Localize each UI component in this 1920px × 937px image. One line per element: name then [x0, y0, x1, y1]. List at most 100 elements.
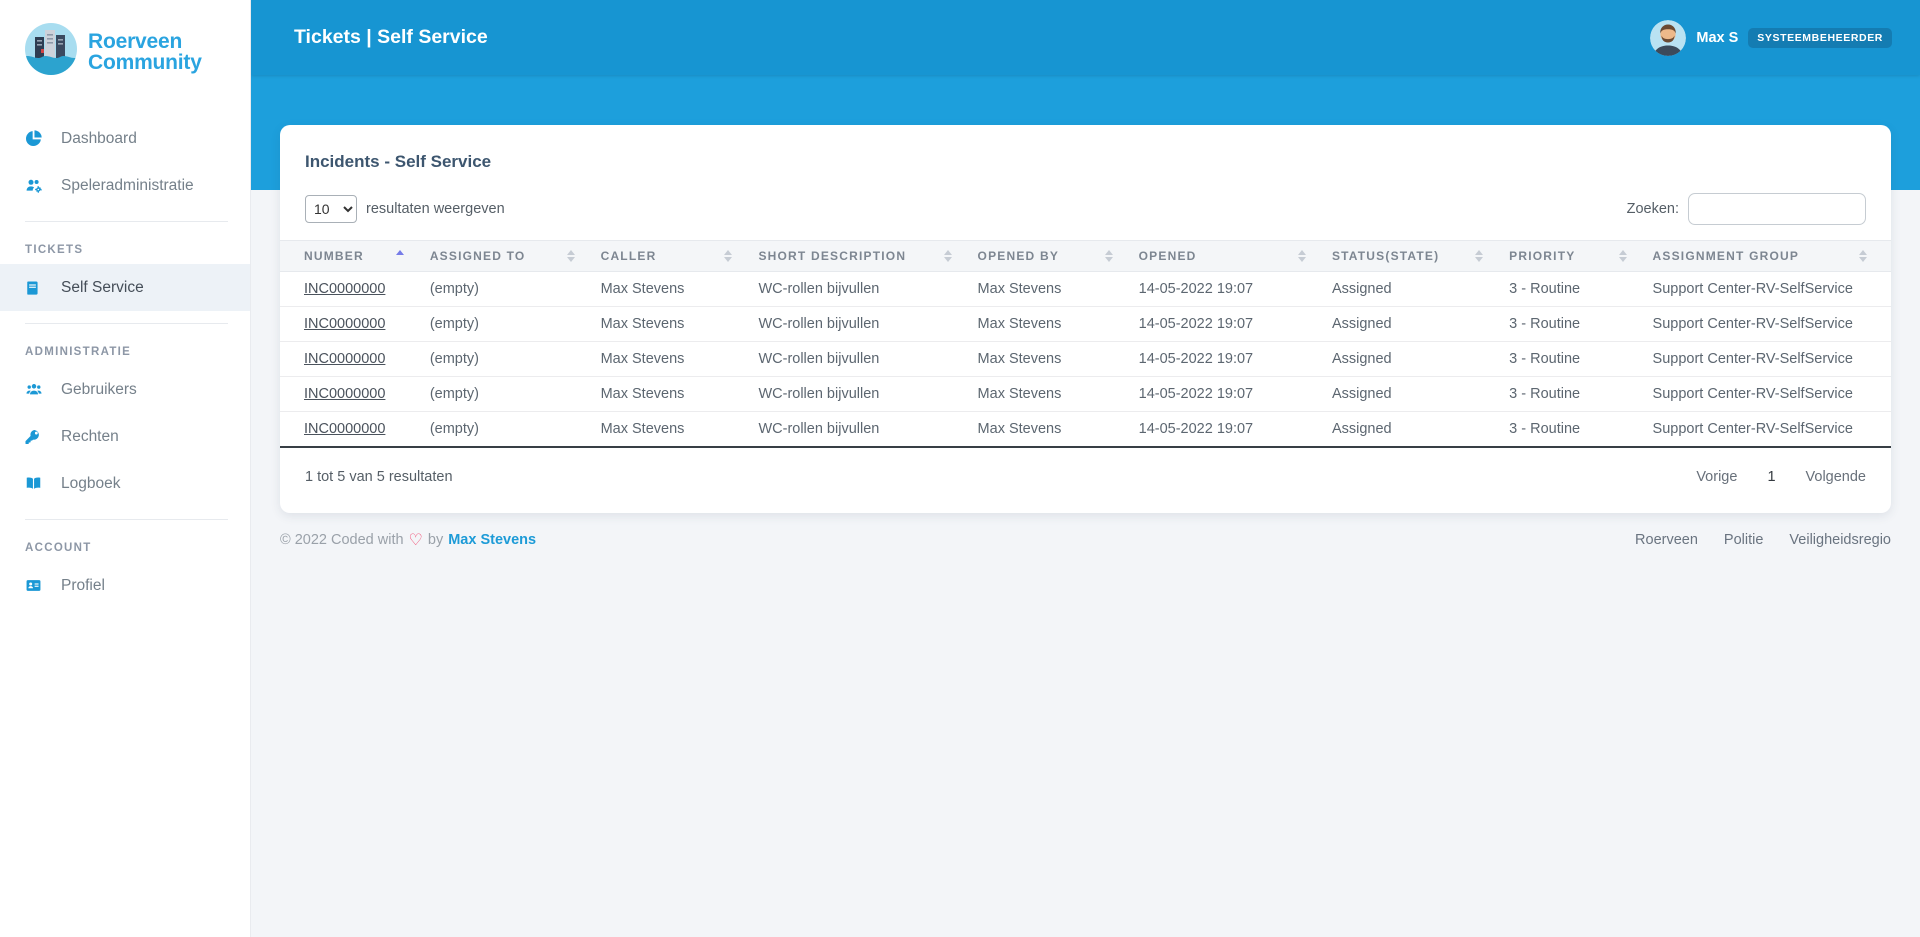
column-header-priority[interactable]: PRIORITY [1509, 240, 1653, 272]
cell-opened-by: Max Stevens [977, 376, 1139, 412]
key-icon [25, 429, 45, 445]
footer-links: Roerveen Politie Veiligheidsregio [1635, 532, 1891, 548]
author-link[interactable]: Max Stevens [448, 532, 536, 548]
page-length-label: resultaten weergeven [366, 201, 505, 217]
copyright: © 2022 Coded with ♡ by Max Stevens [280, 532, 537, 549]
cell-opened-by: Max Stevens [977, 411, 1139, 448]
table-row: INC0000000 (empty) Max Stevens WC-rollen bi… [280, 376, 1891, 412]
cell-priority: 3 - Routine [1509, 341, 1653, 377]
column-header-assignment-group[interactable]: ASSIGNMENT GROUP [1652, 240, 1891, 272]
column-header-opened[interactable]: OPENED [1138, 240, 1332, 272]
sidebar-item-label: Profiel [61, 576, 105, 594]
cell-status: Assigned [1331, 341, 1510, 377]
sidebar-section-account: ACCOUNT [25, 542, 92, 554]
footer-link-roerveen[interactable]: Roerveen [1635, 532, 1698, 548]
sidebar-item-dashboard[interactable]: Dashboard [0, 115, 250, 162]
incident-link[interactable]: INC0000000 [304, 386, 385, 402]
cell-opened: 14-05-2022 19:07 [1138, 271, 1332, 307]
id-card-icon [25, 578, 45, 594]
pagination-next-button[interactable]: Volgende [1806, 469, 1866, 485]
sort-icon [395, 250, 404, 262]
sidebar-nav: Dashboard Speleradministratie TICKETS Se… [0, 101, 250, 609]
cell-short-description: WC-rollen bijvullen [758, 271, 978, 307]
sidebar-item-rechten[interactable]: Rechten [0, 413, 250, 460]
cell-assigned-to: (empty) [429, 411, 601, 448]
sort-icon [1104, 250, 1113, 262]
footer-link-politie[interactable]: Politie [1724, 532, 1764, 548]
cell-opened: 14-05-2022 19:07 [1138, 376, 1332, 412]
cell-number: INC0000000 [280, 376, 430, 412]
column-header-assigned-to[interactable]: ASSIGNED TO [429, 240, 601, 272]
heart-icon: ♡ [408, 532, 423, 549]
sort-icon [943, 250, 952, 262]
column-header-opened-by[interactable]: OPENED BY [977, 240, 1139, 272]
sort-icon [1618, 250, 1627, 262]
incidents-card: Incidents - Self Service 10 resultaten w… [280, 125, 1891, 513]
sidebar-item-gebruikers[interactable]: Gebruikers [0, 366, 250, 413]
page-length-select[interactable]: 10 [305, 195, 357, 223]
column-header-caller[interactable]: CALLER [600, 240, 759, 272]
table-controls: 10 resultaten weergeven Zoeken: [280, 172, 1891, 225]
sidebar-item-label: Dashboard [61, 129, 137, 147]
cell-caller: Max Stevens [600, 271, 759, 307]
page-length-control: 10 resultaten weergeven [305, 195, 505, 223]
table-header: NUMBER ASSIGNED TO CALLER SHORT DESCRIPT… [280, 240, 1891, 272]
community-logo-icon [24, 22, 78, 81]
footer-link-veiligheidsregio[interactable]: Veiligheidsregio [1789, 532, 1891, 548]
search-control: Zoeken: [1627, 193, 1866, 225]
cell-caller: Max Stevens [600, 376, 759, 412]
cell-assigned-to: (empty) [429, 271, 601, 307]
brand-logo[interactable]: Roerveen Community [0, 0, 250, 101]
sidebar-item-self-service[interactable]: Self Service [0, 264, 250, 311]
column-header-status[interactable]: STATUS(STATE) [1331, 240, 1510, 272]
pagination: Vorige 1 Volgende [1696, 469, 1866, 485]
cell-opened: 14-05-2022 19:07 [1138, 306, 1332, 342]
users-icon [25, 382, 45, 398]
cell-assigned-to: (empty) [429, 306, 601, 342]
cell-opened: 14-05-2022 19:07 [1138, 411, 1332, 448]
cell-number: INC0000000 [280, 411, 430, 448]
pie-chart-icon [25, 130, 45, 147]
table-body: INC0000000 (empty) Max Stevens WC-rollen bi… [280, 271, 1891, 448]
incident-link[interactable]: INC0000000 [304, 316, 385, 332]
column-header-number[interactable]: NUMBER [280, 240, 430, 272]
sidebar-divider [25, 221, 228, 222]
sidebar-item-profiel[interactable]: Profiel [0, 562, 250, 609]
pagination-page-1[interactable]: 1 [1767, 469, 1775, 485]
user-menu[interactable]: Max S SYSTEEMBEHEERDER [1650, 19, 1892, 56]
main-area: Tickets | Self Service Max S SYSTEEMBEHE… [251, 0, 1920, 550]
table-row: INC0000000 (empty) Max Stevens WC-rollen bi… [280, 411, 1891, 448]
cell-assignment-group: Support Center-RV-SelfService [1652, 306, 1891, 342]
sidebar-item-label: Speleradministratie [61, 176, 194, 194]
incident-link[interactable]: INC0000000 [304, 281, 385, 297]
incident-link[interactable]: INC0000000 [304, 421, 385, 437]
sidebar: Roerveen Community Dashboard Speleradmin… [0, 0, 251, 937]
cell-number: INC0000000 [280, 306, 430, 342]
card-footer: 1 tot 5 van 5 resultaten Vorige 1 Volgen… [280, 448, 1891, 511]
book-icon [25, 280, 45, 296]
cell-priority: 3 - Routine [1509, 271, 1653, 307]
pagination-previous-button[interactable]: Vorige [1696, 469, 1737, 485]
sidebar-section-administratie: ADMINISTRATIE [25, 346, 132, 358]
incidents-table: NUMBER ASSIGNED TO CALLER SHORT DESCRIPT… [280, 240, 1891, 448]
sidebar-item-label: Rechten [61, 427, 119, 445]
sidebar-item-label: Logboek [61, 474, 121, 492]
search-input[interactable] [1688, 193, 1866, 225]
cell-caller: Max Stevens [600, 306, 759, 342]
sidebar-item-speleradministratie[interactable]: Speleradministratie [0, 162, 250, 209]
brand-name: Roerveen Community [88, 29, 202, 74]
content: Incidents - Self Service 10 resultaten w… [251, 125, 1920, 550]
cell-status: Assigned [1331, 271, 1510, 307]
cell-opened: 14-05-2022 19:07 [1138, 341, 1332, 377]
cell-status: Assigned [1331, 411, 1510, 448]
column-header-short-description[interactable]: SHORT DESCRIPTION [758, 240, 978, 272]
cell-assignment-group: Support Center-RV-SelfService [1652, 411, 1891, 448]
cell-opened-by: Max Stevens [977, 271, 1139, 307]
sidebar-item-label: Gebruikers [61, 380, 137, 398]
card-title: Incidents - Self Service [305, 152, 492, 171]
sidebar-item-logboek[interactable]: Logboek [0, 460, 250, 507]
incident-link[interactable]: INC0000000 [304, 351, 385, 367]
cell-number: INC0000000 [280, 271, 430, 307]
page-title: Tickets | Self Service [294, 26, 488, 48]
page-footer: © 2022 Coded with ♡ by Max Stevens Roerv… [251, 513, 1920, 550]
